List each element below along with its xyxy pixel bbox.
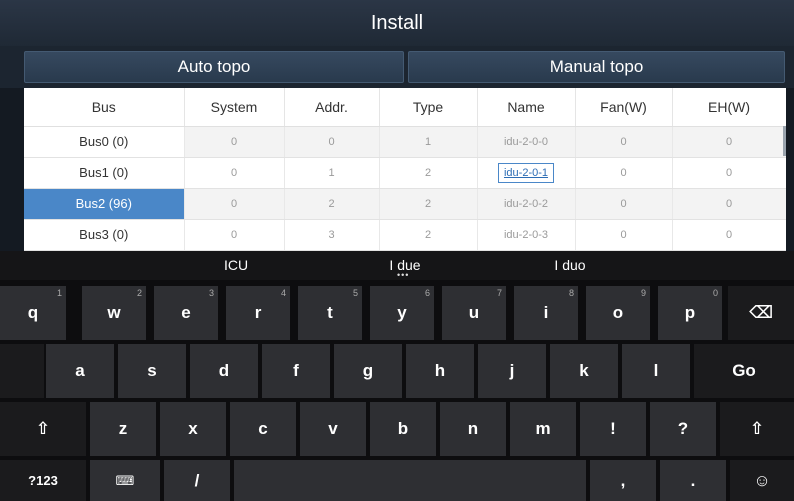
key-a[interactable]: a	[46, 344, 114, 398]
shift-icon: ⇧	[749, 419, 765, 438]
key-period[interactable]: .	[660, 460, 726, 501]
column-header-system: System	[184, 88, 285, 127]
key-m[interactable]: m	[510, 402, 576, 456]
key-j[interactable]: j	[478, 344, 546, 398]
key-d[interactable]: d	[190, 344, 258, 398]
shift-key-left[interactable]: ⇧	[0, 402, 86, 456]
key-o[interactable]: o9	[586, 286, 650, 340]
name-input[interactable]: idu-2-0-1	[497, 162, 555, 183]
bus-cell[interactable]: Bus0 (0)	[24, 126, 185, 158]
type-cell: 2	[379, 219, 478, 251]
table-row-selected[interactable]: Bus2 (96) 0 2 2 idu-2-0-2 0 0	[24, 188, 786, 220]
key-t[interactable]: t5	[298, 286, 362, 340]
shift-icon: ⇧	[35, 419, 51, 438]
emoji-key[interactable]: ☺	[730, 460, 794, 501]
fan-cell: 0	[575, 219, 673, 251]
auto-topo-tab[interactable]: Auto topo	[24, 51, 404, 83]
key-g[interactable]: g	[334, 344, 402, 398]
eh-cell: 0	[672, 157, 786, 189]
soft-keyboard: ICU I due I duo ••• q1 w2 e3 r4 t5 y6 u7…	[0, 251, 794, 501]
backspace-icon: ⌫	[748, 303, 774, 322]
table-row[interactable]: Bus0 (0) 0 0 1 idu-2-0-0 0 0	[24, 126, 786, 158]
type-cell: 2	[379, 157, 478, 189]
language-icon: ⌨	[115, 472, 135, 488]
eh-cell: 0	[672, 126, 786, 158]
name-cell[interactable]: idu-2-0-0	[477, 126, 576, 158]
space-bar[interactable]	[234, 460, 586, 501]
key-k[interactable]: k	[550, 344, 618, 398]
column-header-type: Type	[379, 88, 478, 127]
bus-cell[interactable]: Bus3 (0)	[24, 219, 185, 251]
fan-cell: 0	[575, 126, 673, 158]
table-header: Bus System Addr. Type Name Fan(W) EH(W)	[24, 88, 786, 127]
key-h[interactable]: h	[406, 344, 474, 398]
key-slash[interactable]: /	[164, 460, 230, 501]
key-b[interactable]: b	[370, 402, 436, 456]
key-comma[interactable]: ,	[590, 460, 656, 501]
addr-cell: 2	[284, 188, 380, 220]
key-r[interactable]: r4	[226, 286, 290, 340]
column-header-fan: Fan(W)	[575, 88, 673, 127]
key-exclamation[interactable]: !	[580, 402, 646, 456]
key-i[interactable]: i8	[514, 286, 578, 340]
language-key[interactable]: ⌨	[90, 460, 160, 501]
eh-cell: 0	[672, 219, 786, 251]
emoji-icon: ☺	[753, 470, 771, 490]
key-x[interactable]: x	[160, 402, 226, 456]
key-e[interactable]: e3	[154, 286, 218, 340]
fan-cell: 0	[575, 157, 673, 189]
go-key[interactable]: Go	[694, 344, 794, 398]
column-header-addr: Addr.	[284, 88, 380, 127]
key-p[interactable]: p0	[658, 286, 722, 340]
system-cell: 0	[184, 219, 285, 251]
addr-cell: 1	[284, 157, 380, 189]
column-header-bus: Bus	[24, 88, 185, 127]
eh-cell: 0	[672, 188, 786, 220]
name-cell[interactable]: idu-2-0-2	[477, 188, 576, 220]
suggestion-1[interactable]: ICU	[156, 251, 316, 280]
bus-cell[interactable]: Bus2 (96)	[24, 188, 185, 220]
key-z[interactable]: z	[90, 402, 156, 456]
key-s[interactable]: s	[118, 344, 186, 398]
system-cell: 0	[184, 157, 285, 189]
manual-topo-tab[interactable]: Manual topo	[408, 51, 785, 83]
device-table: Bus System Addr. Type Name Fan(W) EH(W) …	[24, 88, 786, 251]
column-header-eh: EH(W)	[672, 88, 786, 127]
addr-cell: 0	[284, 126, 380, 158]
name-cell[interactable]: idu-2-0-3	[477, 219, 576, 251]
key-q[interactable]: q1	[0, 286, 66, 340]
key-question[interactable]: ?	[650, 402, 716, 456]
window-title: Install	[0, 0, 794, 46]
key-f[interactable]: f	[262, 344, 330, 398]
fan-cell: 0	[575, 188, 673, 220]
suggestion-bar: ICU I due I duo •••	[0, 251, 794, 280]
key-n[interactable]: n	[440, 402, 506, 456]
system-cell: 0	[184, 126, 285, 158]
key-u[interactable]: u7	[442, 286, 506, 340]
topo-tabs: Auto topo Manual topo	[0, 46, 794, 88]
suggestion-3[interactable]: I duo	[490, 251, 650, 280]
table-row[interactable]: Bus1 (0) 0 1 2 idu-2-0-1 0 0	[24, 157, 786, 189]
table-row[interactable]: Bus3 (0) 0 3 2 idu-2-0-3 0 0	[24, 219, 786, 251]
symbols-key[interactable]: ?123	[0, 460, 86, 501]
key-v[interactable]: v	[300, 402, 366, 456]
key-y[interactable]: y6	[370, 286, 434, 340]
key-c[interactable]: c	[230, 402, 296, 456]
table-scrollbar[interactable]	[783, 126, 786, 156]
type-cell: 2	[379, 188, 478, 220]
shift-key-right[interactable]: ⇧	[720, 402, 794, 456]
key-l[interactable]: l	[622, 344, 690, 398]
name-cell-editing[interactable]: idu-2-0-1	[477, 157, 576, 189]
type-cell: 1	[379, 126, 478, 158]
bus-cell[interactable]: Bus1 (0)	[24, 157, 185, 189]
column-header-name: Name	[477, 88, 576, 127]
key-w[interactable]: w2	[82, 286, 146, 340]
keyboard-spacer-left	[0, 344, 44, 398]
addr-cell: 3	[284, 219, 380, 251]
more-suggestions-icon[interactable]: •••	[397, 270, 409, 280]
system-cell: 0	[184, 188, 285, 220]
backspace-key[interactable]: ⌫	[728, 286, 794, 340]
